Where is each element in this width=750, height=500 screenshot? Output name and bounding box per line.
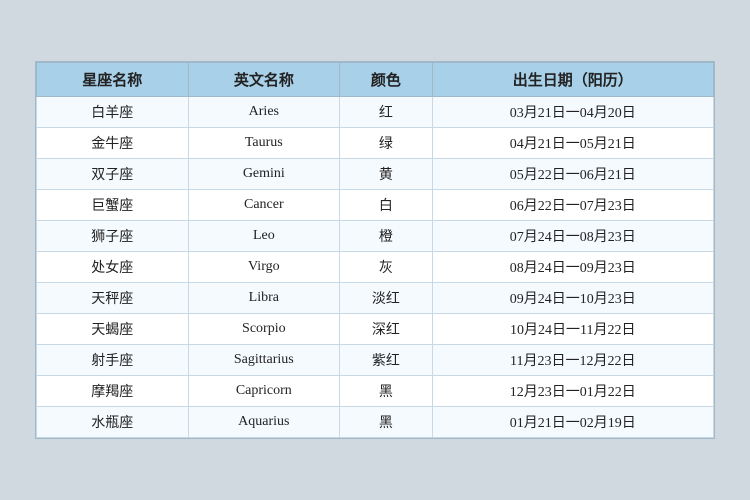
table-row: 金牛座Taurus绿04月21日一05月21日 [37, 128, 714, 159]
column-header-1: 英文名称 [188, 63, 340, 97]
cell-5-3: 08月24日一09月23日 [432, 252, 713, 283]
cell-0-1: Aries [188, 97, 340, 128]
table-row: 处女座Virgo灰08月24日一09月23日 [37, 252, 714, 283]
cell-8-2: 紫红 [340, 345, 433, 376]
cell-6-2: 淡红 [340, 283, 433, 314]
cell-10-0: 水瓶座 [37, 407, 189, 438]
cell-7-3: 10月24日一11月22日 [432, 314, 713, 345]
cell-2-2: 黄 [340, 159, 433, 190]
cell-8-3: 11月23日一12月22日 [432, 345, 713, 376]
cell-1-0: 金牛座 [37, 128, 189, 159]
cell-9-0: 摩羯座 [37, 376, 189, 407]
cell-7-2: 深红 [340, 314, 433, 345]
cell-1-3: 04月21日一05月21日 [432, 128, 713, 159]
cell-8-1: Sagittarius [188, 345, 340, 376]
table-row: 双子座Gemini黄05月22日一06月21日 [37, 159, 714, 190]
cell-10-1: Aquarius [188, 407, 340, 438]
cell-5-0: 处女座 [37, 252, 189, 283]
cell-3-3: 06月22日一07月23日 [432, 190, 713, 221]
table-row: 天蝎座Scorpio深红10月24日一11月22日 [37, 314, 714, 345]
table-row: 巨蟹座Cancer白06月22日一07月23日 [37, 190, 714, 221]
cell-1-2: 绿 [340, 128, 433, 159]
cell-4-0: 狮子座 [37, 221, 189, 252]
cell-2-0: 双子座 [37, 159, 189, 190]
table-row: 白羊座Aries红03月21日一04月20日 [37, 97, 714, 128]
zodiac-table-wrapper: 星座名称英文名称颜色出生日期（阳历） 白羊座Aries红03月21日一04月20… [35, 61, 715, 439]
cell-2-1: Gemini [188, 159, 340, 190]
table-row: 狮子座Leo橙07月24日一08月23日 [37, 221, 714, 252]
column-header-3: 出生日期（阳历） [432, 63, 713, 97]
cell-4-1: Leo [188, 221, 340, 252]
cell-9-3: 12月23日一01月22日 [432, 376, 713, 407]
table-row: 水瓶座Aquarius黑01月21日一02月19日 [37, 407, 714, 438]
cell-7-1: Scorpio [188, 314, 340, 345]
table-row: 天秤座Libra淡红09月24日一10月23日 [37, 283, 714, 314]
cell-10-2: 黑 [340, 407, 433, 438]
cell-4-2: 橙 [340, 221, 433, 252]
cell-0-0: 白羊座 [37, 97, 189, 128]
cell-9-1: Capricorn [188, 376, 340, 407]
cell-4-3: 07月24日一08月23日 [432, 221, 713, 252]
cell-6-0: 天秤座 [37, 283, 189, 314]
cell-9-2: 黑 [340, 376, 433, 407]
table-row: 射手座Sagittarius紫红11月23日一12月22日 [37, 345, 714, 376]
cell-6-1: Libra [188, 283, 340, 314]
cell-5-2: 灰 [340, 252, 433, 283]
cell-8-0: 射手座 [37, 345, 189, 376]
zodiac-table: 星座名称英文名称颜色出生日期（阳历） 白羊座Aries红03月21日一04月20… [36, 62, 714, 438]
cell-10-3: 01月21日一02月19日 [432, 407, 713, 438]
cell-0-3: 03月21日一04月20日 [432, 97, 713, 128]
cell-5-1: Virgo [188, 252, 340, 283]
cell-6-3: 09月24日一10月23日 [432, 283, 713, 314]
table-row: 摩羯座Capricorn黑12月23日一01月22日 [37, 376, 714, 407]
cell-2-3: 05月22日一06月21日 [432, 159, 713, 190]
cell-3-2: 白 [340, 190, 433, 221]
table-header-row: 星座名称英文名称颜色出生日期（阳历） [37, 63, 714, 97]
cell-7-0: 天蝎座 [37, 314, 189, 345]
cell-3-0: 巨蟹座 [37, 190, 189, 221]
column-header-2: 颜色 [340, 63, 433, 97]
cell-3-1: Cancer [188, 190, 340, 221]
cell-0-2: 红 [340, 97, 433, 128]
cell-1-1: Taurus [188, 128, 340, 159]
column-header-0: 星座名称 [37, 63, 189, 97]
